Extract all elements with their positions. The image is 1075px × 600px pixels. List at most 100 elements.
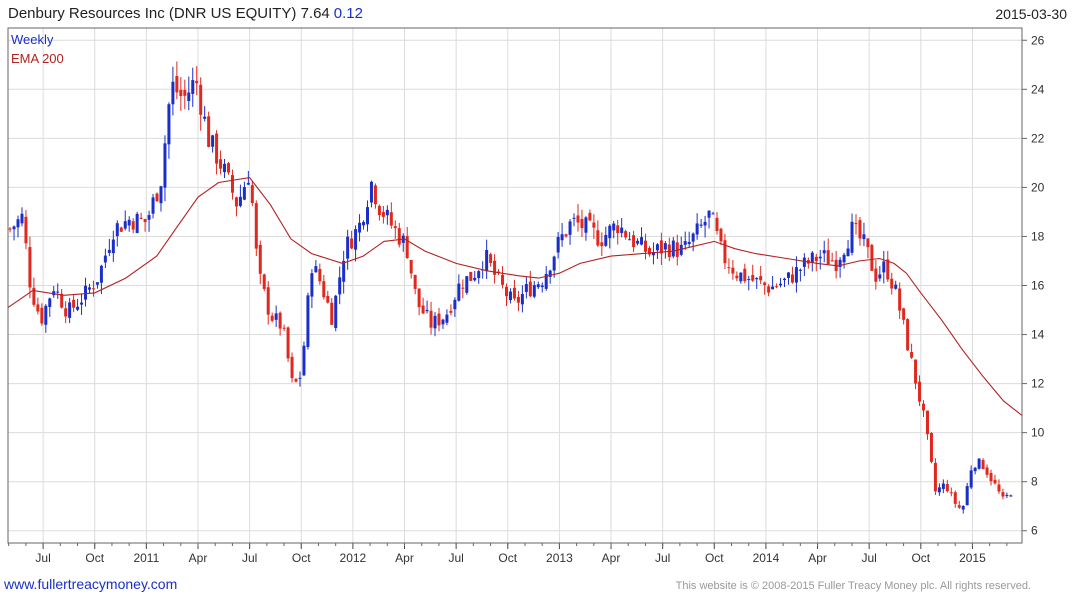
candle-body — [179, 89, 183, 96]
candle-body — [270, 315, 274, 321]
candle-body — [715, 217, 719, 232]
candle-body — [127, 219, 131, 226]
y-tick-label: 18 — [1031, 229, 1045, 243]
candle-body — [469, 271, 473, 281]
candle-body — [409, 259, 413, 274]
y-tick-label: 6 — [1031, 524, 1038, 538]
candle-body — [528, 281, 532, 297]
y-tick-label: 16 — [1031, 279, 1045, 293]
candle-body — [254, 203, 258, 249]
candle-body — [739, 272, 743, 282]
candle-body — [941, 483, 945, 489]
site-link[interactable]: www.fullertreacymoney.com — [4, 576, 177, 592]
candle-body — [338, 277, 342, 295]
candle-body — [516, 296, 520, 303]
candle-body — [747, 278, 751, 280]
x-tick-label: Oct — [292, 551, 311, 565]
candle-body — [922, 403, 926, 411]
candle-body — [588, 212, 592, 221]
candle-body — [397, 228, 401, 245]
candle-body — [612, 223, 616, 231]
candle-body — [592, 222, 596, 228]
candle-body — [215, 133, 219, 164]
candle-body — [362, 221, 366, 226]
candle-body — [687, 241, 691, 245]
candle-body — [143, 219, 147, 223]
candle-body — [290, 356, 294, 379]
candle-body — [207, 116, 211, 147]
candle-body — [858, 220, 862, 239]
candle-body — [568, 221, 572, 235]
candle-body — [84, 285, 88, 300]
candle-body — [87, 287, 91, 290]
candle-body — [870, 244, 874, 271]
candle-body — [707, 210, 711, 218]
candle-body — [262, 274, 266, 289]
x-tick-label: 2015 — [959, 551, 986, 565]
candle-body — [997, 484, 1001, 492]
candle-body — [898, 288, 902, 311]
candle-body — [461, 287, 465, 289]
candle-body — [64, 308, 68, 317]
candle-body — [223, 163, 227, 173]
candle-body — [822, 250, 826, 254]
candle-body — [282, 327, 286, 329]
candle-body — [576, 215, 580, 223]
candle-body — [552, 256, 556, 271]
candle-body — [703, 221, 707, 226]
candle-body — [628, 239, 632, 241]
candle-body — [12, 226, 16, 230]
candle-body — [421, 305, 425, 314]
x-tick-label: Oct — [705, 551, 724, 565]
candle-body — [969, 470, 973, 488]
candle-body — [862, 234, 866, 240]
candle-body — [802, 257, 806, 267]
candle-body — [532, 285, 536, 297]
candle-body — [266, 287, 270, 315]
y-tick-label: 20 — [1031, 180, 1045, 194]
candle-body — [925, 410, 929, 435]
candle-body — [20, 213, 24, 224]
candle-body — [346, 236, 350, 259]
candlestick-series — [8, 61, 1013, 514]
candle-body — [659, 240, 663, 254]
candle-body — [246, 182, 250, 185]
candle-body — [894, 284, 898, 289]
candle-body — [294, 378, 298, 382]
candle-body — [381, 211, 385, 217]
candle-body — [76, 306, 80, 310]
candle-body — [560, 234, 564, 241]
candle-body — [878, 274, 882, 279]
x-tick-label: Apr — [189, 551, 208, 565]
candle-body — [727, 267, 731, 269]
candle-body — [358, 222, 362, 233]
candle-body — [314, 266, 318, 273]
candle-body — [493, 260, 497, 275]
candle-body — [536, 284, 540, 288]
candle-body — [8, 228, 12, 230]
candle-body — [40, 307, 44, 324]
candle-body — [437, 313, 441, 326]
candle-body — [465, 276, 469, 293]
legend-label: Weekly — [11, 32, 54, 47]
candle-body — [743, 268, 747, 282]
candle-body — [365, 207, 369, 225]
candle-body — [477, 271, 481, 279]
candle-body — [779, 283, 783, 286]
candle-body — [604, 234, 608, 246]
candle-body — [163, 143, 167, 188]
candle-body — [524, 284, 528, 292]
candle-body — [556, 236, 560, 253]
candle-body — [691, 233, 695, 242]
candle-body — [512, 287, 516, 299]
candle-body — [985, 467, 989, 475]
candle-body — [175, 76, 179, 93]
candle-body — [91, 288, 95, 290]
candle-body — [842, 254, 846, 263]
candle-body — [993, 479, 997, 484]
candle-body — [1001, 492, 1005, 497]
candle-body — [195, 80, 199, 84]
candle-body — [147, 215, 151, 220]
candle-body — [1005, 494, 1009, 496]
candle-body — [286, 327, 290, 359]
